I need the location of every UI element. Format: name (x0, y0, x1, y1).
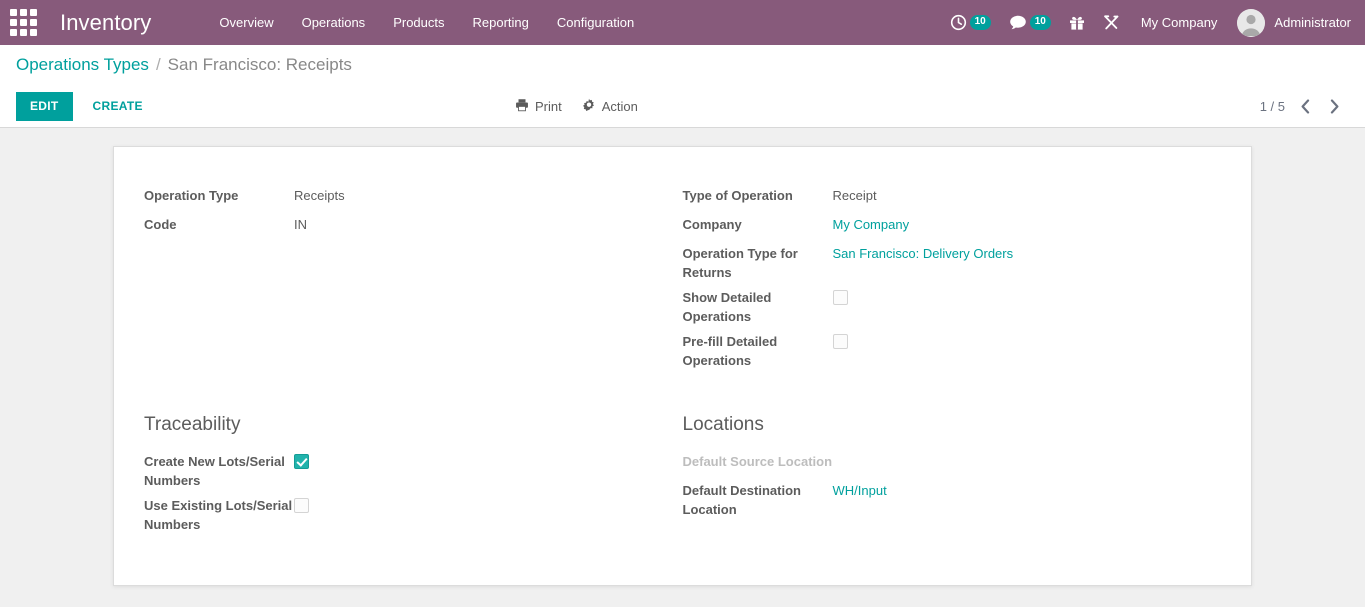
field-value-operation-type-for-returns[interactable]: San Francisco: Delivery Orders (833, 243, 1014, 263)
menu-item-products[interactable]: Products (379, 0, 458, 45)
print-label: Print (535, 99, 562, 114)
form-sheet: Operation Type Receipts Code IN Type of … (113, 146, 1252, 586)
pager-previous-button[interactable] (1291, 97, 1320, 116)
checkbox-create-new-lots[interactable] (294, 454, 309, 469)
menu-item-operations[interactable]: Operations (288, 0, 380, 45)
chat-bubble-icon (1009, 14, 1027, 31)
field-label-company: Company (683, 214, 833, 234)
field-default-source-location: Default Source Location (683, 451, 1188, 475)
record-pager: 1 / 5 (1254, 97, 1349, 116)
print-dropdown[interactable]: Print (505, 94, 572, 119)
field-value-company[interactable]: My Company (833, 214, 910, 234)
apps-grid-icon (10, 9, 37, 36)
checkbox-show-detailed-operations[interactable] (833, 290, 848, 305)
pager-counter: 1 / 5 (1254, 99, 1291, 114)
systray: 10 10 (941, 0, 1351, 45)
printer-icon (515, 98, 529, 115)
gift-menu[interactable] (1060, 0, 1094, 45)
action-dropdown[interactable]: Action (572, 94, 648, 119)
chevron-right-icon (1329, 99, 1340, 114)
content-area: Operation Type Receipts Code IN Type of … (0, 128, 1365, 606)
field-operation-type: Operation Type Receipts (144, 185, 649, 209)
field-label-code: Code (144, 214, 294, 234)
menu-item-reporting[interactable]: Reporting (459, 0, 543, 45)
group-title-locations: Locations (683, 413, 1188, 437)
field-use-existing-lots: Use Existing Lots/Serial Numbers (144, 495, 649, 534)
user-avatar-icon (1237, 9, 1265, 37)
action-label: Action (602, 99, 638, 114)
field-default-destination-location: Default Destination Location WH/Input (683, 480, 1188, 519)
field-operation-type-for-returns: Operation Type for Returns San Francisco… (683, 243, 1188, 282)
breadcrumb-separator: / (156, 55, 161, 75)
field-label-use-existing-lots: Use Existing Lots/Serial Numbers (144, 495, 294, 534)
user-name-label: Administrator (1274, 15, 1351, 30)
group-locations: Locations Default Source Location Defaul… (683, 375, 1222, 539)
field-label-default-source-location: Default Source Location (683, 451, 833, 471)
form-bottom-groups: Traceability Create New Lots/Serial Numb… (144, 375, 1221, 539)
pager-next-button[interactable] (1320, 97, 1349, 116)
control-panel: EDIT CREATE Print Action 1 / (0, 85, 1365, 128)
field-value-code[interactable]: IN (294, 214, 307, 234)
edit-button[interactable]: EDIT (16, 92, 73, 121)
field-prefill-detailed-operations: Pre-fill Detailed Operations (683, 331, 1188, 370)
form-right-column: Type of Operation Receipt Company My Com… (683, 185, 1222, 375)
field-type-of-operation: Type of Operation Receipt (683, 185, 1188, 209)
create-button[interactable]: CREATE (81, 93, 155, 120)
group-traceability: Traceability Create New Lots/Serial Numb… (144, 375, 683, 539)
chevron-left-icon (1300, 99, 1311, 114)
apps-menu-toggle[interactable] (0, 0, 46, 45)
field-code: Code IN (144, 214, 649, 238)
breadcrumb-parent-link[interactable]: Operations Types (16, 55, 149, 75)
debug-tools-menu[interactable] (1094, 0, 1129, 45)
checkbox-use-existing-lots[interactable] (294, 498, 309, 513)
activity-count-badge: 10 (970, 15, 991, 30)
top-navbar: Inventory Overview Operations Products R… (0, 0, 1365, 45)
field-show-detailed-operations: Show Detailed Operations (683, 287, 1188, 326)
form-left-column: Operation Type Receipts Code IN (144, 185, 683, 375)
field-company: Company My Company (683, 214, 1188, 238)
field-create-new-lots: Create New Lots/Serial Numbers (144, 451, 649, 490)
field-label-default-destination-location: Default Destination Location (683, 480, 833, 519)
field-label-operation-type-for-returns: Operation Type for Returns (683, 243, 833, 282)
app-brand-inventory[interactable]: Inventory (46, 10, 155, 36)
clock-activity-icon (950, 14, 967, 31)
field-label-operation-type: Operation Type (144, 185, 294, 205)
menu-item-overview[interactable]: Overview (205, 0, 287, 45)
field-value-operation-type[interactable]: Receipts (294, 185, 345, 205)
breadcrumb-current: San Francisco: Receipts (168, 55, 352, 75)
form-top-groups: Operation Type Receipts Code IN Type of … (144, 185, 1221, 375)
breadcrumb: Operations Types / San Francisco: Receip… (0, 45, 1365, 85)
company-switcher[interactable]: My Company (1129, 15, 1230, 30)
field-label-prefill-detailed-operations: Pre-fill Detailed Operations (683, 331, 833, 370)
activity-menu[interactable]: 10 (941, 0, 1000, 45)
field-label-create-new-lots: Create New Lots/Serial Numbers (144, 451, 294, 490)
messaging-count-badge: 10 (1030, 15, 1051, 30)
field-value-default-destination-location[interactable]: WH/Input (833, 480, 887, 500)
control-panel-actions: Print Action (505, 94, 648, 119)
checkbox-prefill-detailed-operations[interactable] (833, 334, 848, 349)
field-value-type-of-operation[interactable]: Receipt (833, 185, 877, 205)
gear-icon (582, 98, 596, 115)
field-label-show-detailed-operations: Show Detailed Operations (683, 287, 833, 326)
gift-icon (1069, 14, 1085, 31)
group-title-traceability: Traceability (144, 413, 649, 437)
user-menu[interactable]: Administrator (1229, 9, 1351, 37)
messaging-menu[interactable]: 10 (1000, 0, 1060, 45)
wrench-tools-icon (1103, 14, 1120, 31)
main-menu: Overview Operations Products Reporting C… (205, 0, 648, 45)
menu-item-configuration[interactable]: Configuration (543, 0, 648, 45)
field-label-type-of-operation: Type of Operation (683, 185, 833, 205)
